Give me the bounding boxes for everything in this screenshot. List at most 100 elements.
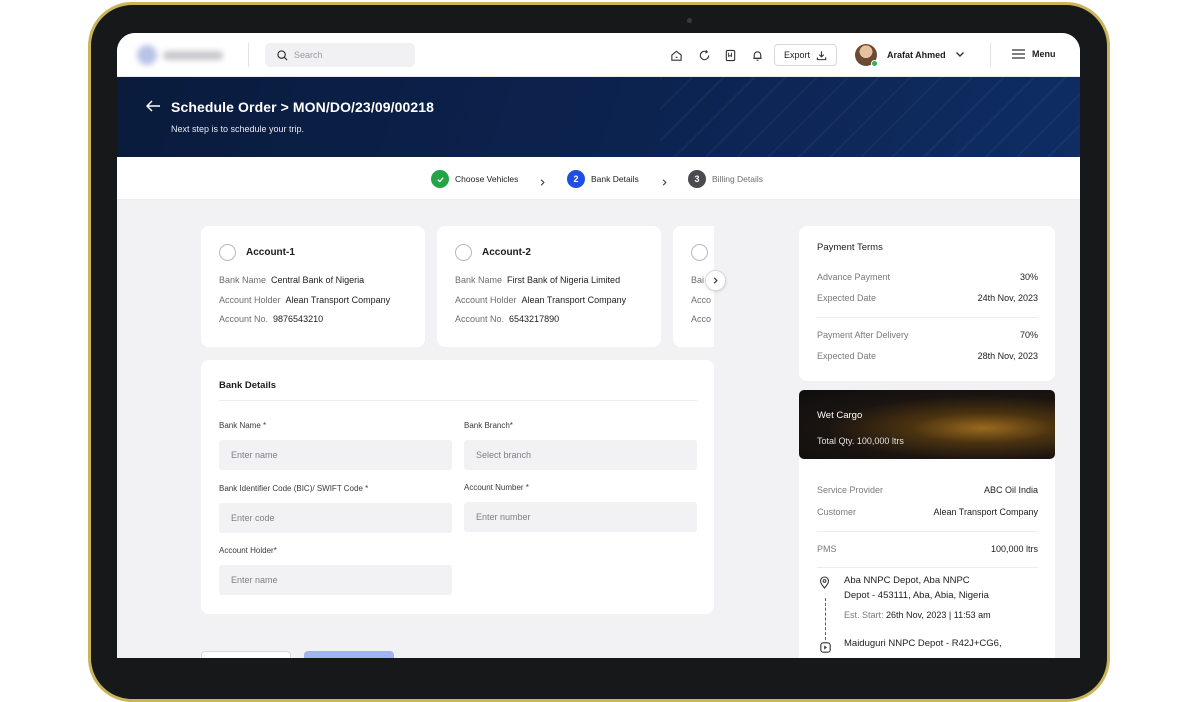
- divider: [817, 317, 1038, 318]
- bank-name-row: Bank Name Central Bank of Nigeria: [219, 275, 364, 285]
- camera: [687, 18, 692, 23]
- account-number-row: Acco: [691, 314, 711, 324]
- step-billing-details[interactable]: 3 Billing Details: [688, 170, 763, 188]
- menu-button[interactable]: Menu: [1012, 49, 1056, 59]
- field-label: Account Holder: [219, 295, 281, 305]
- account-title: Account-2: [482, 247, 531, 258]
- step-label: Bank Details: [591, 174, 639, 184]
- refresh-icon[interactable]: [696, 47, 712, 63]
- search-input[interactable]: [294, 50, 404, 60]
- customer-row: Customer Alean Transport Company: [817, 507, 1038, 517]
- bank-name-input[interactable]: [219, 440, 452, 470]
- check-icon: [431, 170, 449, 188]
- carousel-next-button[interactable]: [705, 270, 726, 291]
- holder-row: Account Holder Alean Transport Company: [219, 295, 390, 305]
- hamburger-icon: [1012, 49, 1025, 59]
- field-value: 24th Nov, 2023: [977, 293, 1038, 303]
- field-label: Acco: [691, 295, 712, 305]
- bank-details-form: Bank Details Bank Name * Bank Branch* Ba…: [201, 360, 714, 614]
- menu-label: Menu: [1032, 49, 1056, 59]
- origin-address-line1: Aba NNPC Depot, Aba NNPC: [844, 575, 970, 586]
- start-value: 26th Nov, 2023 | 11:53 am: [886, 610, 991, 620]
- next-button[interactable]: [304, 651, 394, 658]
- field-value: Central Bank of Nigeria: [271, 275, 365, 285]
- field-label: Payment After Delivery: [817, 330, 909, 340]
- bank-branch-select[interactable]: [464, 440, 697, 470]
- bank-branch-label: Bank Branch*: [464, 421, 513, 430]
- step-choose-vehicles[interactable]: Choose Vehicles: [431, 170, 518, 188]
- divider: [817, 531, 1038, 532]
- field-label: Service Provider: [817, 485, 884, 495]
- field-value: First Bank of Nigeria Limited: [507, 275, 621, 285]
- field-value: 100,000 ltrs: [990, 544, 1038, 554]
- advance-date-row: Expected Date 24th Nov, 2023: [817, 293, 1038, 303]
- field-label: Expected Date: [817, 293, 877, 303]
- account-card[interactable]: Account-1 Bank Name Central Bank of Niger…: [201, 226, 425, 347]
- field-label: Account No.: [219, 314, 269, 324]
- location-pin-icon: [819, 576, 830, 594]
- swift-code-label: Bank Identifier Code (BIC)/ SWIFT Code *: [219, 484, 369, 493]
- form-title: Bank Details: [219, 380, 277, 391]
- payment-terms-title: Payment Terms: [817, 242, 883, 253]
- field-label: Advance Payment: [817, 272, 891, 282]
- origin-address-line2: Depot - 453111, Aba, Abia, Nigeria: [844, 590, 989, 601]
- field-label: Bank Name: [455, 275, 503, 285]
- holder-row: Account Holder Alean Transport Company: [455, 295, 626, 305]
- bookmark-icon[interactable]: [722, 47, 738, 63]
- account-radio[interactable]: [455, 244, 472, 261]
- field-value: 28th Nov, 2023: [977, 351, 1038, 361]
- field-label: Account No.: [455, 314, 505, 324]
- chevron-right-icon: [713, 277, 718, 284]
- account-radio[interactable]: [219, 244, 236, 261]
- holder-row: Acco: [691, 295, 711, 305]
- account-radio[interactable]: [691, 244, 708, 261]
- divider: [219, 400, 697, 401]
- chevron-down-icon[interactable]: [954, 47, 966, 65]
- swift-code-input[interactable]: [219, 503, 452, 533]
- estimated-start: Est. Start: 26th Nov, 2023 | 11:53 am: [844, 610, 991, 620]
- cancel-button[interactable]: [201, 651, 291, 658]
- logo-wordmark: [163, 50, 223, 60]
- brand-logo[interactable]: [137, 44, 232, 66]
- account-number-input[interactable]: [464, 502, 697, 532]
- field-label: Bai: [691, 275, 705, 285]
- account-holder-input[interactable]: [219, 565, 452, 595]
- field-value: 9876543210: [273, 314, 324, 324]
- field-label: Bank Name: [219, 275, 267, 285]
- online-status-dot: [871, 60, 878, 67]
- back-arrow-icon[interactable]: [145, 99, 161, 117]
- bell-icon[interactable]: [749, 47, 765, 63]
- destination-address: Maiduguri NNPC Depot - R42J+CG6,: [844, 638, 1002, 649]
- account-holder-label: Account Holder*: [219, 546, 277, 555]
- user-name[interactable]: Arafat Ahmed: [887, 50, 946, 60]
- account-number-row: Account No. 9876543210: [219, 314, 323, 324]
- page-title: Schedule Order > MON/DO/23/09/00218: [171, 99, 435, 115]
- field-label: Account Holder: [455, 295, 517, 305]
- search-icon: [277, 49, 288, 61]
- step-bank-details[interactable]: 2 Bank Details: [567, 170, 639, 188]
- avatar[interactable]: [855, 44, 878, 67]
- cargo-title: Wet Cargo: [817, 410, 863, 421]
- route-line: [825, 598, 826, 640]
- app-screen: Export Arafat Ahmed Menu Schedule Order …: [117, 33, 1080, 658]
- field-value: Alean Transport Company: [933, 507, 1038, 517]
- field-label: Acco: [691, 314, 712, 324]
- account-card[interactable]: Account-2 Bank Name First Bank of Nigeria…: [437, 226, 661, 347]
- chevron-right-icon: [538, 174, 547, 192]
- start-label: Est. Start:: [844, 610, 884, 620]
- step-number: 2: [567, 170, 585, 188]
- stepper: Choose Vehicles 2 Bank Details 3 Billing…: [117, 157, 1080, 200]
- search-box[interactable]: [265, 43, 415, 67]
- after-delivery-row: Payment After Delivery 70%: [817, 330, 1038, 340]
- field-label: Customer: [817, 507, 857, 517]
- step-label: Choose Vehicles: [455, 174, 519, 184]
- service-provider-row: Service Provider ABC Oil India: [817, 485, 1038, 495]
- export-button[interactable]: Export: [774, 44, 837, 66]
- account-number-row: Account No. 6543217890: [455, 314, 559, 324]
- home-icon[interactable]: [668, 47, 684, 63]
- after-date-row: Expected Date 28th Nov, 2023: [817, 351, 1038, 361]
- logo-mark: [137, 45, 157, 65]
- chevron-right-icon: [660, 174, 669, 192]
- bank-name-label: Bank Name *: [219, 421, 267, 430]
- page-header: Schedule Order > MON/DO/23/09/00218 Next…: [117, 77, 1080, 157]
